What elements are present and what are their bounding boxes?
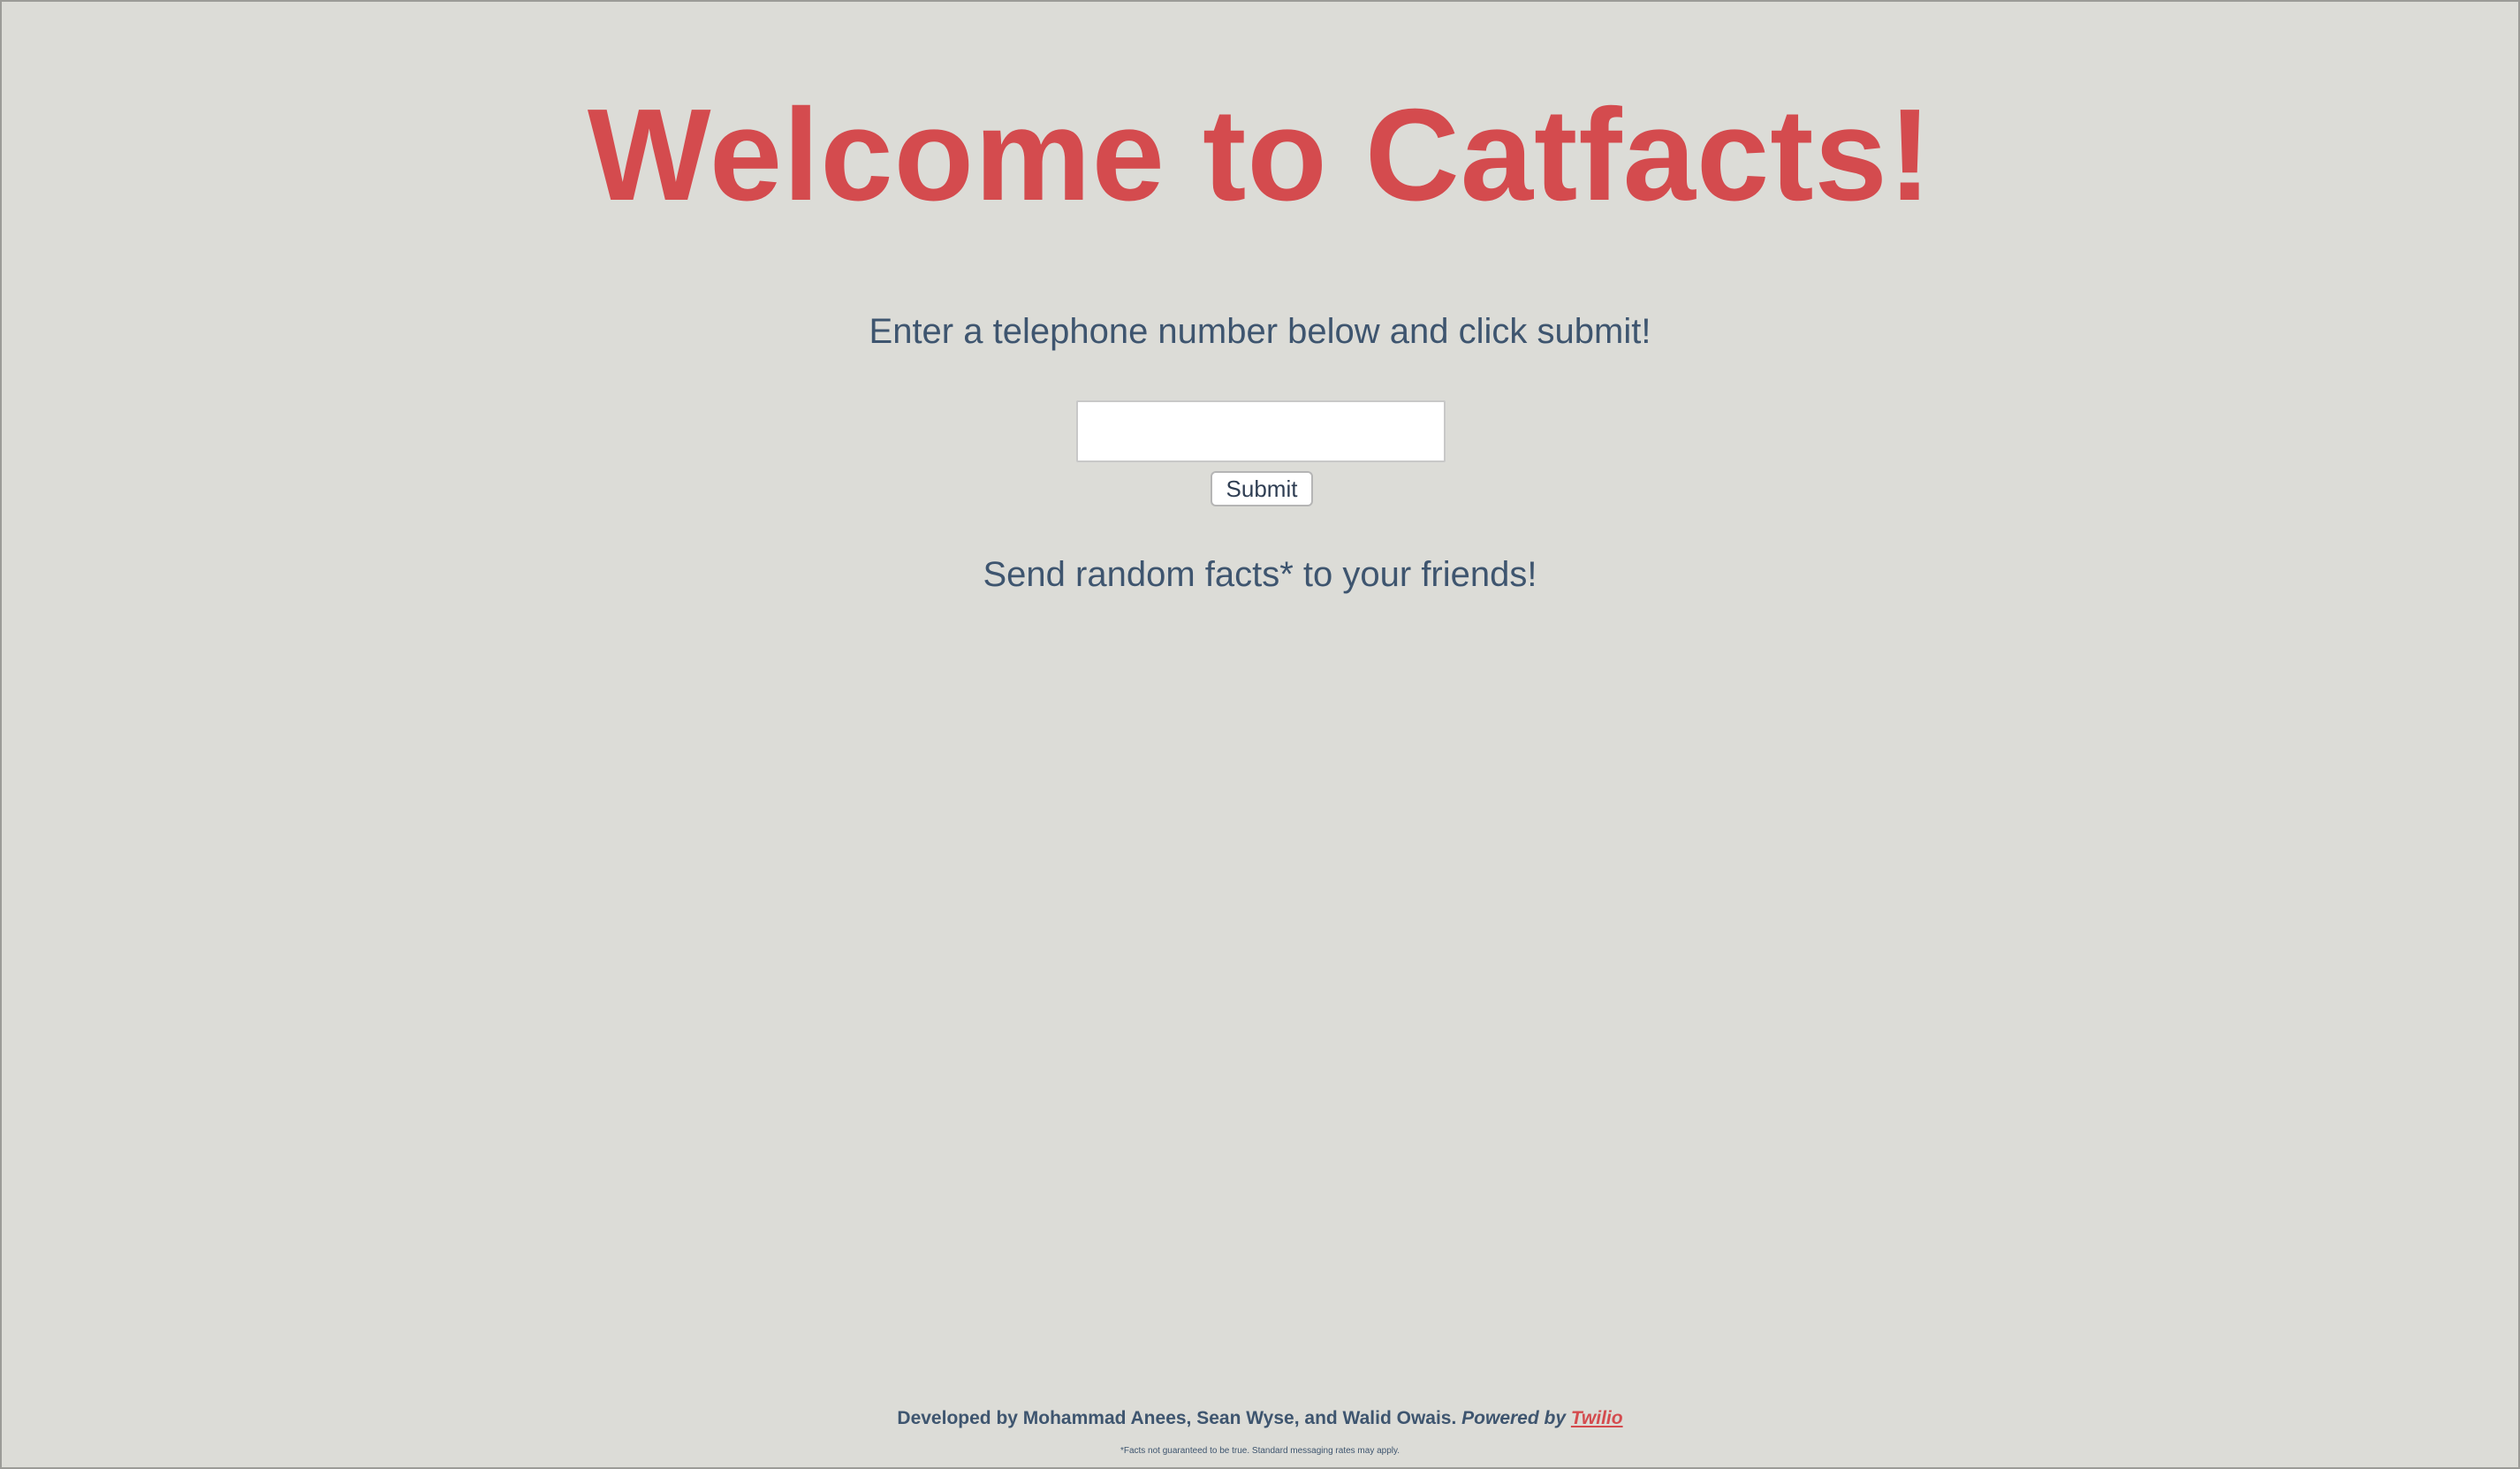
phone-number-input[interactable]: [1076, 400, 1446, 462]
instruction-text: Enter a telephone number below and click…: [869, 312, 1651, 351]
twilio-link[interactable]: Twilio: [1571, 1408, 1623, 1428]
disclaimer-text: *Facts not guaranteed to be true. Standa…: [1120, 1446, 1400, 1456]
footer-developers: Developed by Mohammad Anees, Sean Wyse, …: [897, 1408, 1457, 1428]
footer-powered-by: Powered by: [1461, 1408, 1567, 1428]
page-title: Welcome to Catfacts!: [587, 82, 1933, 228]
submit-button[interactable]: Submit: [1211, 471, 1313, 506]
tagline-text: Send random facts* to your friends!: [983, 555, 1537, 594]
footer-credits: Developed by Mohammad Anees, Sean Wyse, …: [2, 1406, 2518, 1431]
